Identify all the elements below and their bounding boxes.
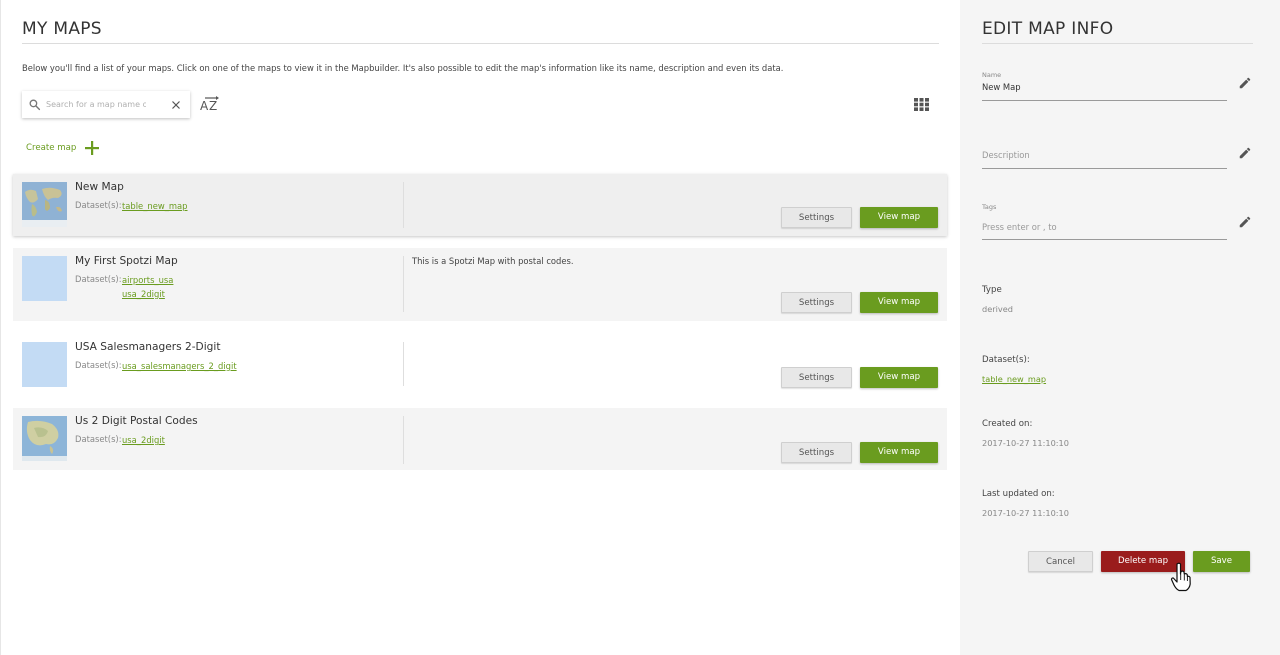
cancel-button[interactable]: Cancel — [1028, 551, 1093, 572]
grid-view-icon[interactable] — [914, 98, 930, 111]
created-label: Created on: — [982, 419, 1033, 429]
map-row[interactable]: USA Salesmanagers 2-Digit Dataset(s): us… — [13, 334, 947, 394]
view-map-button[interactable]: View map — [860, 442, 938, 463]
map-description: This is a Spotzi Map with postal codes. — [412, 256, 574, 266]
created-value: 2017-10-27 11:10:10 — [982, 438, 1069, 448]
settings-button[interactable]: Settings — [781, 207, 852, 228]
world-map-image — [22, 182, 67, 227]
datasets-label: Dataset(s): — [982, 355, 1030, 365]
settings-button[interactable]: Settings — [781, 367, 852, 388]
tags-placeholder: Press enter or , to — [982, 222, 1057, 232]
map-row[interactable]: My First Spotzi Map Dataset(s): airports… — [13, 248, 947, 321]
delete-map-button[interactable]: Delete map — [1101, 551, 1185, 572]
updated-label: Last updated on: — [982, 489, 1055, 499]
name-label: Name — [982, 71, 1002, 79]
map-name: USA Salesmanagers 2-Digit — [75, 341, 221, 353]
map-name: Us 2 Digit Postal Codes — [75, 415, 198, 427]
search-input[interactable] — [46, 96, 146, 113]
dataset-link[interactable]: usa_2digit — [122, 434, 165, 448]
updated-value: 2017-10-27 11:10:10 — [982, 508, 1069, 518]
save-button[interactable]: Save — [1193, 551, 1250, 572]
create-map-label: Create map — [26, 143, 77, 153]
dataset-label: Dataset(s): — [75, 274, 122, 284]
dataset-list: airports_usa usa_2digit — [122, 274, 173, 301]
dataset-link[interactable]: usa_salesmanagers_2_digit — [122, 360, 237, 374]
dataset-label: Dataset(s): — [75, 434, 122, 444]
edit-map-panel: EDIT MAP INFO Name New Map Description T… — [960, 0, 1280, 655]
name-value: New Map — [982, 82, 1021, 92]
view-map-button[interactable]: View map — [860, 292, 938, 313]
tags-field[interactable]: Tags Press enter or , to — [982, 203, 1227, 240]
dataset-link[interactable]: table_new_map — [982, 374, 1046, 384]
search-box — [22, 91, 190, 118]
view-map-button[interactable]: View map — [860, 207, 938, 228]
plus-icon — [85, 141, 100, 155]
title-divider — [982, 43, 1253, 44]
dataset-link[interactable]: airports_usa — [122, 274, 173, 288]
map-thumbnail — [22, 342, 67, 387]
panel-title: EDIT MAP INFO — [982, 19, 1114, 39]
description-placeholder: Description — [982, 150, 1030, 160]
description-field[interactable]: Description — [982, 140, 1227, 169]
view-map-button[interactable]: View map — [860, 367, 938, 388]
map-row[interactable]: Us 2 Digit Postal Codes Dataset(s): usa_… — [13, 408, 947, 470]
title-divider — [22, 43, 939, 44]
dataset-list: usa_2digit — [122, 434, 165, 448]
search-icon — [29, 99, 41, 111]
type-value: derived — [982, 304, 1013, 314]
row-divider — [403, 182, 404, 228]
map-thumbnail — [22, 416, 67, 461]
us-map-image — [22, 416, 67, 461]
dataset-link[interactable]: usa_2digit — [122, 288, 173, 302]
map-name: My First Spotzi Map — [75, 255, 178, 267]
dataset-list: usa_salesmanagers_2_digit — [122, 360, 237, 374]
row-divider — [403, 416, 404, 464]
clear-icon[interactable] — [170, 99, 182, 111]
map-name: New Map — [75, 181, 124, 193]
dataset-label: Dataset(s): — [75, 200, 122, 210]
map-row[interactable]: New Map Dataset(s): table_new_map Settin… — [13, 174, 947, 236]
sort-az-icon[interactable]: A Z — [199, 95, 221, 115]
dataset-link[interactable]: table_new_map — [122, 200, 188, 214]
pencil-icon[interactable] — [1238, 76, 1252, 90]
page-title: MY MAPS — [22, 19, 102, 39]
pencil-icon[interactable] — [1238, 215, 1252, 229]
tags-label: Tags — [982, 203, 997, 211]
dataset-list: table_new_map — [122, 200, 188, 214]
type-label: Type — [982, 285, 1002, 295]
create-map-button[interactable]: Create map — [26, 141, 100, 155]
row-divider — [403, 256, 404, 312]
settings-button[interactable]: Settings — [781, 442, 852, 463]
maps-panel: MY MAPS Below you'll find a list of your… — [0, 0, 960, 655]
svg-text:A: A — [200, 99, 209, 113]
map-thumbnail — [22, 182, 67, 227]
map-thumbnail — [22, 256, 67, 301]
intro-text: Below you'll find a list of your maps. C… — [22, 63, 784, 73]
pencil-icon[interactable] — [1238, 146, 1252, 160]
svg-text:Z: Z — [209, 99, 217, 113]
row-divider — [403, 342, 404, 386]
settings-button[interactable]: Settings — [781, 292, 852, 313]
name-field[interactable]: Name New Map — [982, 70, 1227, 101]
dataset-label: Dataset(s): — [75, 360, 122, 370]
